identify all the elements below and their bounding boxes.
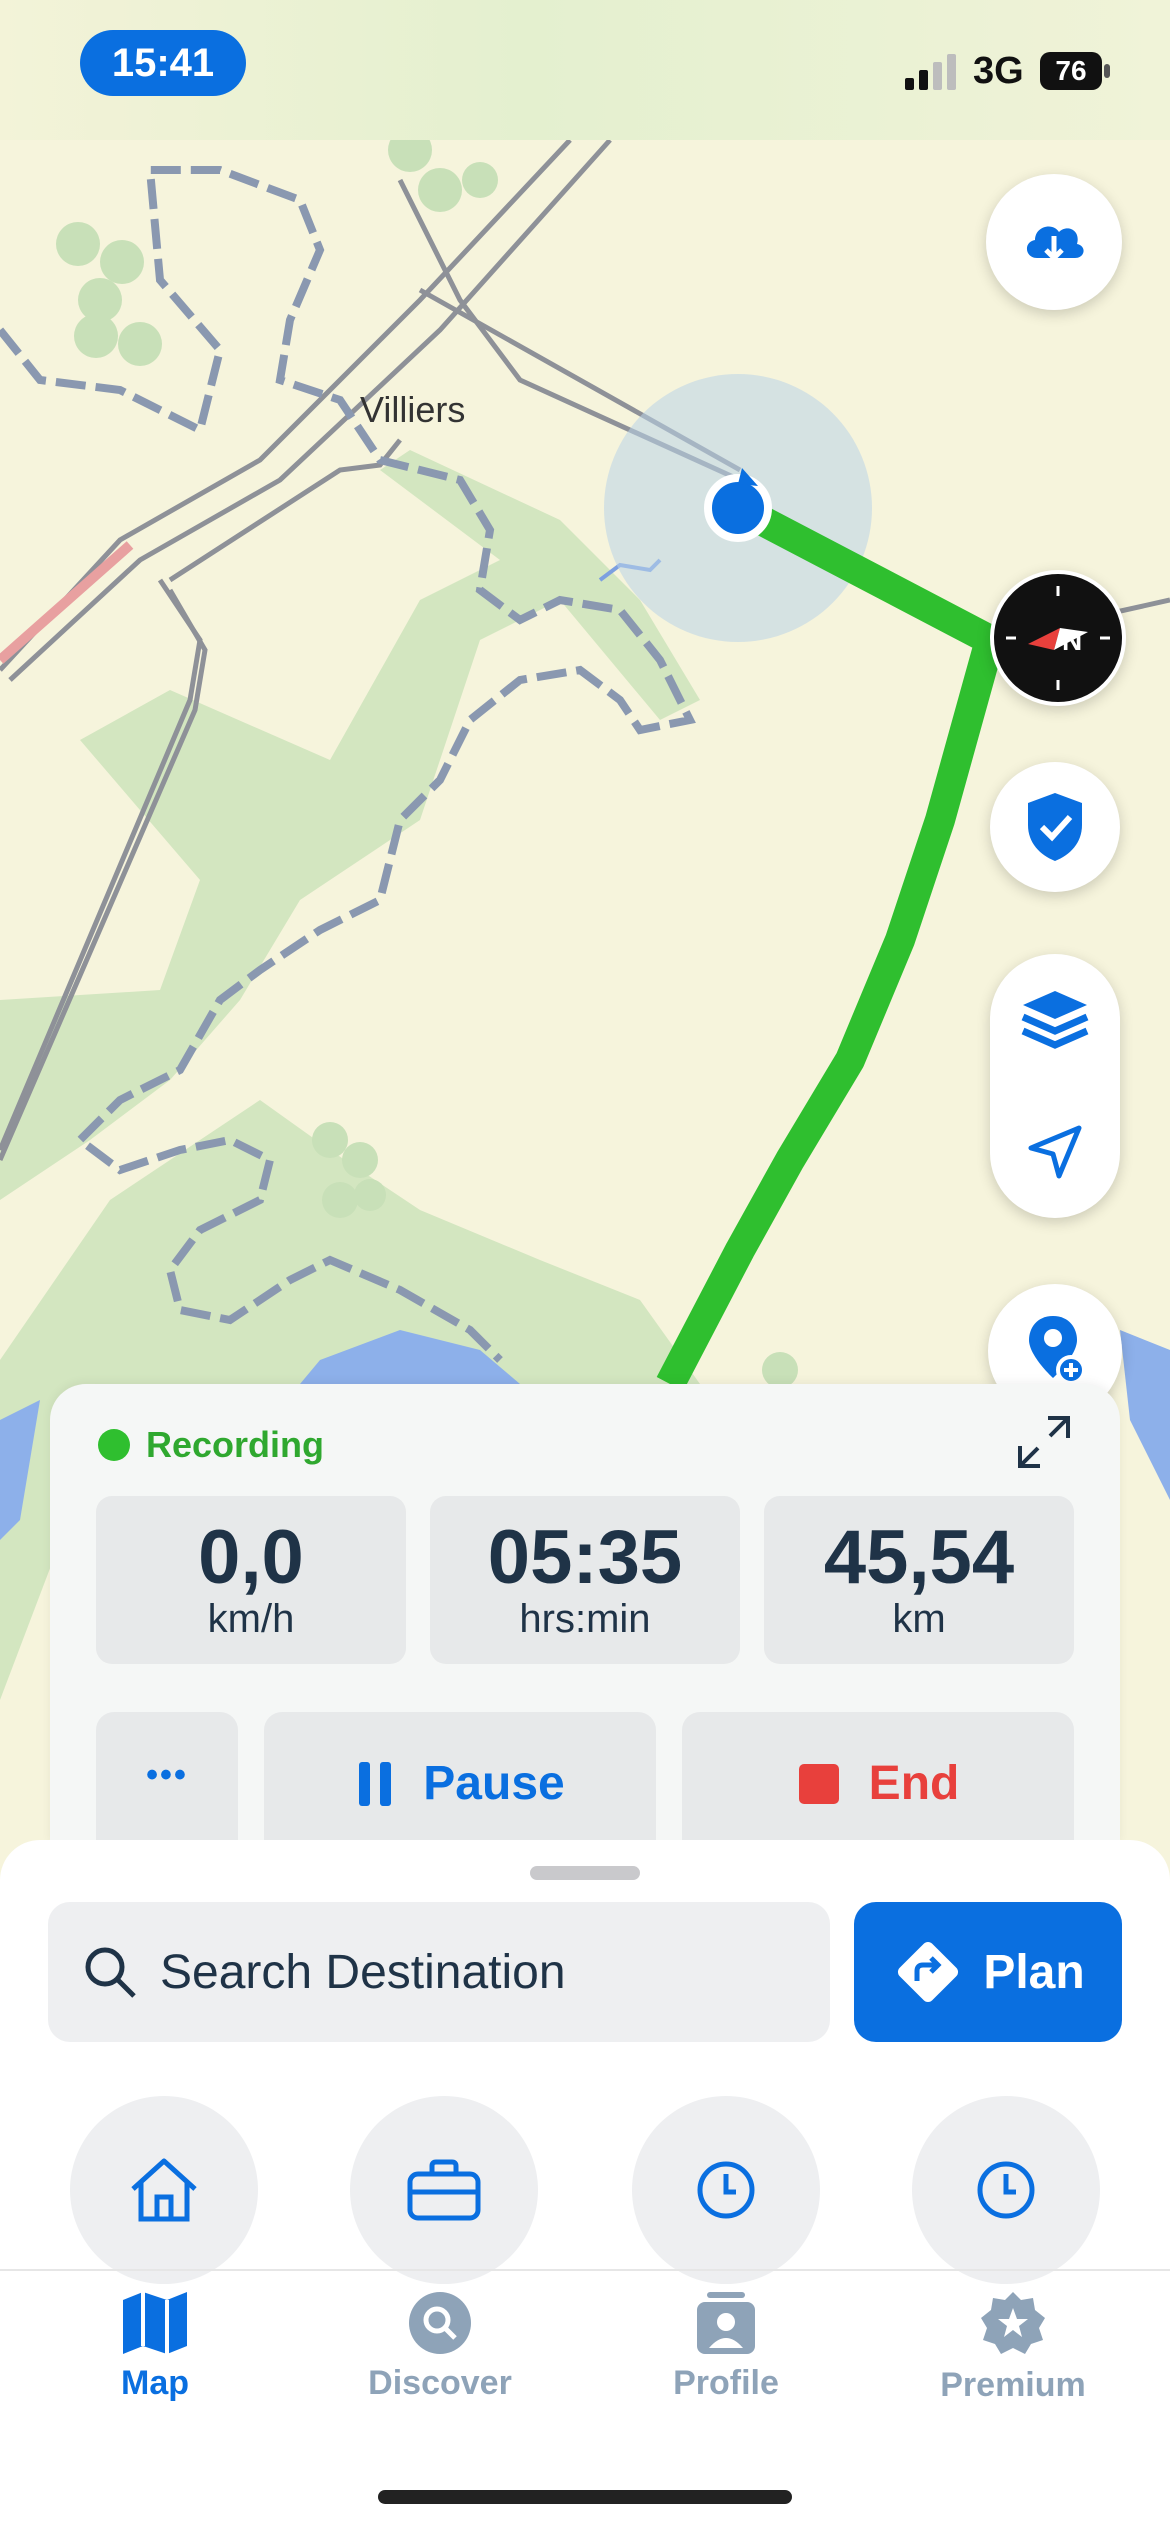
layers-button[interactable] [1019,954,1091,1086]
expand-icon [1018,1416,1070,1468]
recenter-button[interactable] [1025,1086,1085,1218]
discover-icon [409,2292,471,2354]
profile-icon [697,2292,755,2354]
shield-check-icon [1028,793,1082,861]
status-time: 15:41 [80,30,246,96]
status-bar: 15:41 3G 76 [0,0,1170,140]
bottom-sheet: Search Destination Plan [0,1840,1170,2532]
offline-download-button[interactable] [986,174,1122,310]
stop-icon [798,1764,839,1804]
duration-unit: hrs:min [519,1597,651,1641]
tab-map-label: Map [121,2364,189,2402]
layers-icon [1021,991,1089,1049]
recording-status: Recording [98,1424,324,1466]
recording-panel: Recording 0,0 km/h 05:35 hrs:min 45,54 k… [50,1384,1120,1844]
expand-panel-button[interactable] [1016,1414,1072,1475]
home-icon [131,2158,197,2222]
pause-label: Pause [423,1757,565,1810]
premium-badge-icon [981,2292,1045,2354]
speed-value: 0,0 [198,1515,304,1600]
recording-label: Recording [146,1424,325,1465]
network-type: 3G [973,50,1024,92]
end-button[interactable]: End [682,1712,1074,1844]
plan-button[interactable]: Plan [854,1902,1122,2042]
shortcut-home[interactable] [70,2096,258,2284]
compass-north-label: N [1062,625,1082,656]
home-indicator [378,2490,792,2504]
shortcut-recent-1[interactable] [632,2096,820,2284]
map-icon [123,2292,187,2354]
distance-value: 45,54 [823,1515,1015,1600]
compass-button[interactable]: N [990,570,1126,706]
pause-button[interactable]: Pause [264,1712,656,1844]
pause-icon [359,1762,392,1806]
tab-profile[interactable]: Profile [606,2290,846,2403]
tab-map[interactable]: Map [35,2290,275,2403]
tab-discover-label: Discover [368,2364,512,2402]
battery-icon: 76 [1040,52,1112,92]
cloud-download-icon [1026,226,1084,262]
shortcut-work[interactable] [350,2096,538,2284]
sheet-grabber[interactable] [530,1866,640,1880]
map-place-label: Villiers [360,389,465,430]
tab-discover[interactable]: Discover [320,2290,560,2403]
compass-icon: N [1006,586,1110,690]
more-options-button[interactable]: ••• [96,1712,238,1844]
search-destination-field[interactable]: Search Destination [48,1902,830,2042]
safety-shield-button[interactable] [990,762,1120,892]
search-placeholder: Search Destination [160,1945,566,1999]
navigation-arrow-icon [1028,1125,1082,1179]
end-label: End [868,1757,960,1810]
stat-speed: 0,0 km/h [96,1496,406,1664]
directions-icon [898,1941,959,2003]
tab-bar-divider [0,2269,1170,2271]
add-location-pin-icon [1029,1316,1086,1385]
clock-icon [697,2161,755,2219]
tab-premium-label: Premium [940,2366,1086,2404]
more-options-label: ••• [146,1756,188,1794]
clock-icon [977,2161,1035,2219]
speed-unit: km/h [207,1597,295,1641]
signal-icon [905,54,956,90]
duration-value: 05:35 [487,1515,683,1600]
tab-premium[interactable]: Premium [893,2290,1133,2405]
battery-level: 76 [1040,52,1102,90]
tab-profile-label: Profile [673,2364,779,2402]
distance-unit: km [892,1597,946,1641]
stat-duration: 05:35 hrs:min [430,1496,740,1664]
plan-label: Plan [983,1945,1085,1999]
map-controls-group [990,954,1120,1218]
briefcase-icon [407,2159,481,2221]
shortcut-recent-2[interactable] [912,2096,1100,2284]
recording-indicator [98,1429,130,1461]
stat-distance: 45,54 km [764,1496,1074,1664]
search-icon [85,1947,136,1998]
